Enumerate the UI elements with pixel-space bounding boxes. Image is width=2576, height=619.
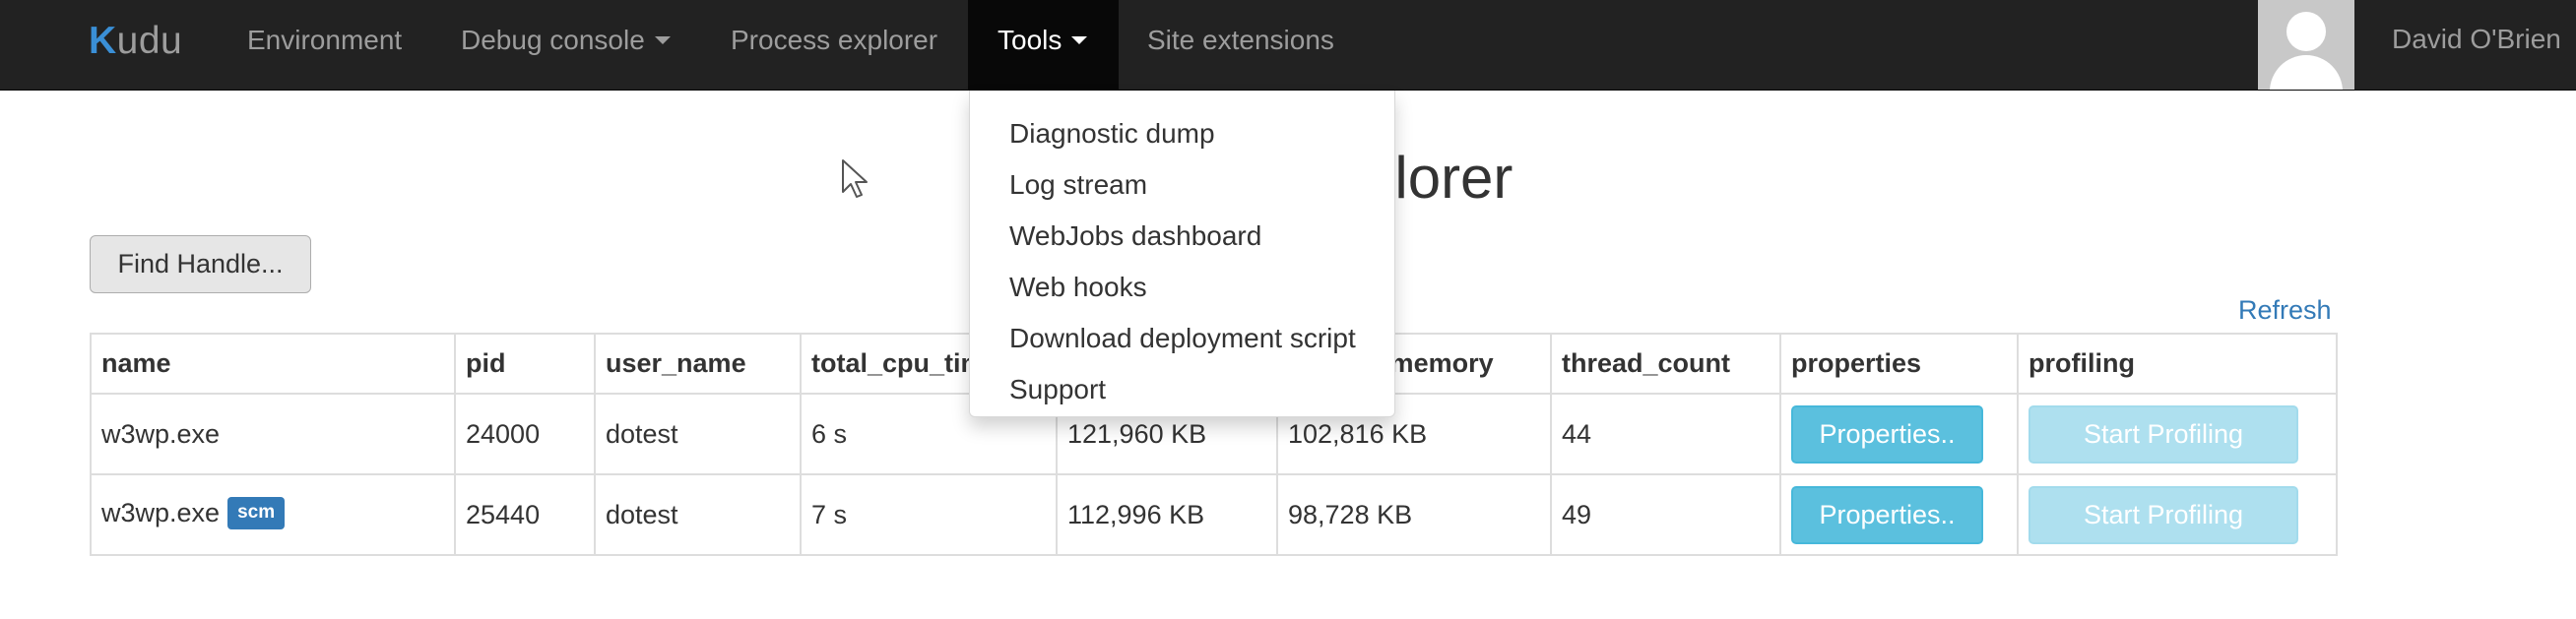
caret-down-icon <box>1071 35 1088 44</box>
cell-user-name: dotest <box>594 393 802 475</box>
menu-item-web-hooks[interactable]: Web hooks <box>970 262 1394 313</box>
table-row: w3wp.exe scm 25440 dotest 7 s 112,996 KB … <box>90 473 2338 556</box>
avatar-body <box>2270 55 2343 90</box>
cell-private-memory: 98,728 KB <box>1276 473 1552 556</box>
refresh-link[interactable]: Refresh <box>2238 295 2332 326</box>
kudu-logo-text: udu <box>116 20 183 62</box>
column-header-pid: pid <box>454 333 596 395</box>
menu-item-diagnostic-dump[interactable]: Diagnostic dump <box>970 108 1394 159</box>
process-name: w3wp.exe <box>101 418 221 449</box>
cell-profiling: Start Profiling <box>2017 473 2338 556</box>
nav-tools-label: Tools <box>998 25 1063 55</box>
nav-tools[interactable]: Tools <box>968 0 1119 91</box>
column-header-user-name: user_name <box>594 333 802 395</box>
find-handle-button[interactable]: Find Handle... <box>90 235 311 293</box>
cell-thread-count: 49 <box>1550 473 1781 556</box>
menu-item-webjobs-dashboard[interactable]: WebJobs dashboard <box>970 211 1394 262</box>
tools-dropdown-menu: Diagnostic dump Log stream WebJobs dashb… <box>969 91 1395 417</box>
cell-pid: 24000 <box>454 393 596 475</box>
caret-down-icon <box>654 35 671 44</box>
nav-debug-console-label: Debug console <box>461 25 645 55</box>
start-profiling-button[interactable]: Start Profiling <box>2029 485 2298 544</box>
nav-site-extensions-label: Site extensions <box>1147 25 1334 55</box>
cell-properties: Properties.. <box>1779 393 2019 475</box>
menu-item-download-deployment-script[interactable]: Download deployment script <box>970 313 1394 364</box>
cell-user-name: dotest <box>594 473 802 556</box>
kudu-logo-k: K <box>89 20 117 62</box>
nav-environment[interactable]: Environment <box>247 0 402 91</box>
cell-pid: 25440 <box>454 473 596 556</box>
cell-name: w3wp.exe scm <box>90 473 456 556</box>
menu-item-support[interactable]: Support <box>970 364 1394 415</box>
user-avatar-icon[interactable] <box>2258 0 2354 90</box>
mouse-pointer-icon <box>842 159 868 198</box>
nav-site-extensions[interactable]: Site extensions <box>1147 0 1334 91</box>
user-name[interactable]: David O'Brien <box>2392 0 2561 91</box>
cell-total-cpu-time: 7 s <box>800 473 1058 556</box>
cell-thread-count: 44 <box>1550 393 1781 475</box>
nav-environment-label: Environment <box>247 25 403 55</box>
cell-profiling: Start Profiling <box>2017 393 2338 475</box>
scm-badge: scm <box>227 496 286 529</box>
cell-properties: Properties.. <box>1779 473 2019 556</box>
top-navbar: Kudu Environment Debug console Process e… <box>0 0 2576 91</box>
menu-item-log-stream[interactable]: Log stream <box>970 159 1394 211</box>
kudu-logo[interactable]: Kudu <box>89 0 182 91</box>
cell-working-set: 112,996 KB <box>1056 473 1278 556</box>
column-header-profiling: profiling <box>2017 333 2338 395</box>
start-profiling-button[interactable]: Start Profiling <box>2029 404 2298 464</box>
nav-debug-console[interactable]: Debug console <box>461 0 671 91</box>
avatar-head <box>2286 12 2326 51</box>
column-header-properties: properties <box>1779 333 2019 395</box>
properties-button[interactable]: Properties.. <box>1791 404 1983 464</box>
column-header-name: name <box>90 333 456 395</box>
nav-process-explorer-label: Process explorer <box>731 25 938 55</box>
properties-button[interactable]: Properties.. <box>1791 485 1983 544</box>
column-header-thread-count: thread_count <box>1550 333 1781 395</box>
nav-process-explorer[interactable]: Process explorer <box>731 0 937 91</box>
process-name: w3wp.exe <box>101 498 221 528</box>
cell-name: w3wp.exe <box>90 393 456 475</box>
